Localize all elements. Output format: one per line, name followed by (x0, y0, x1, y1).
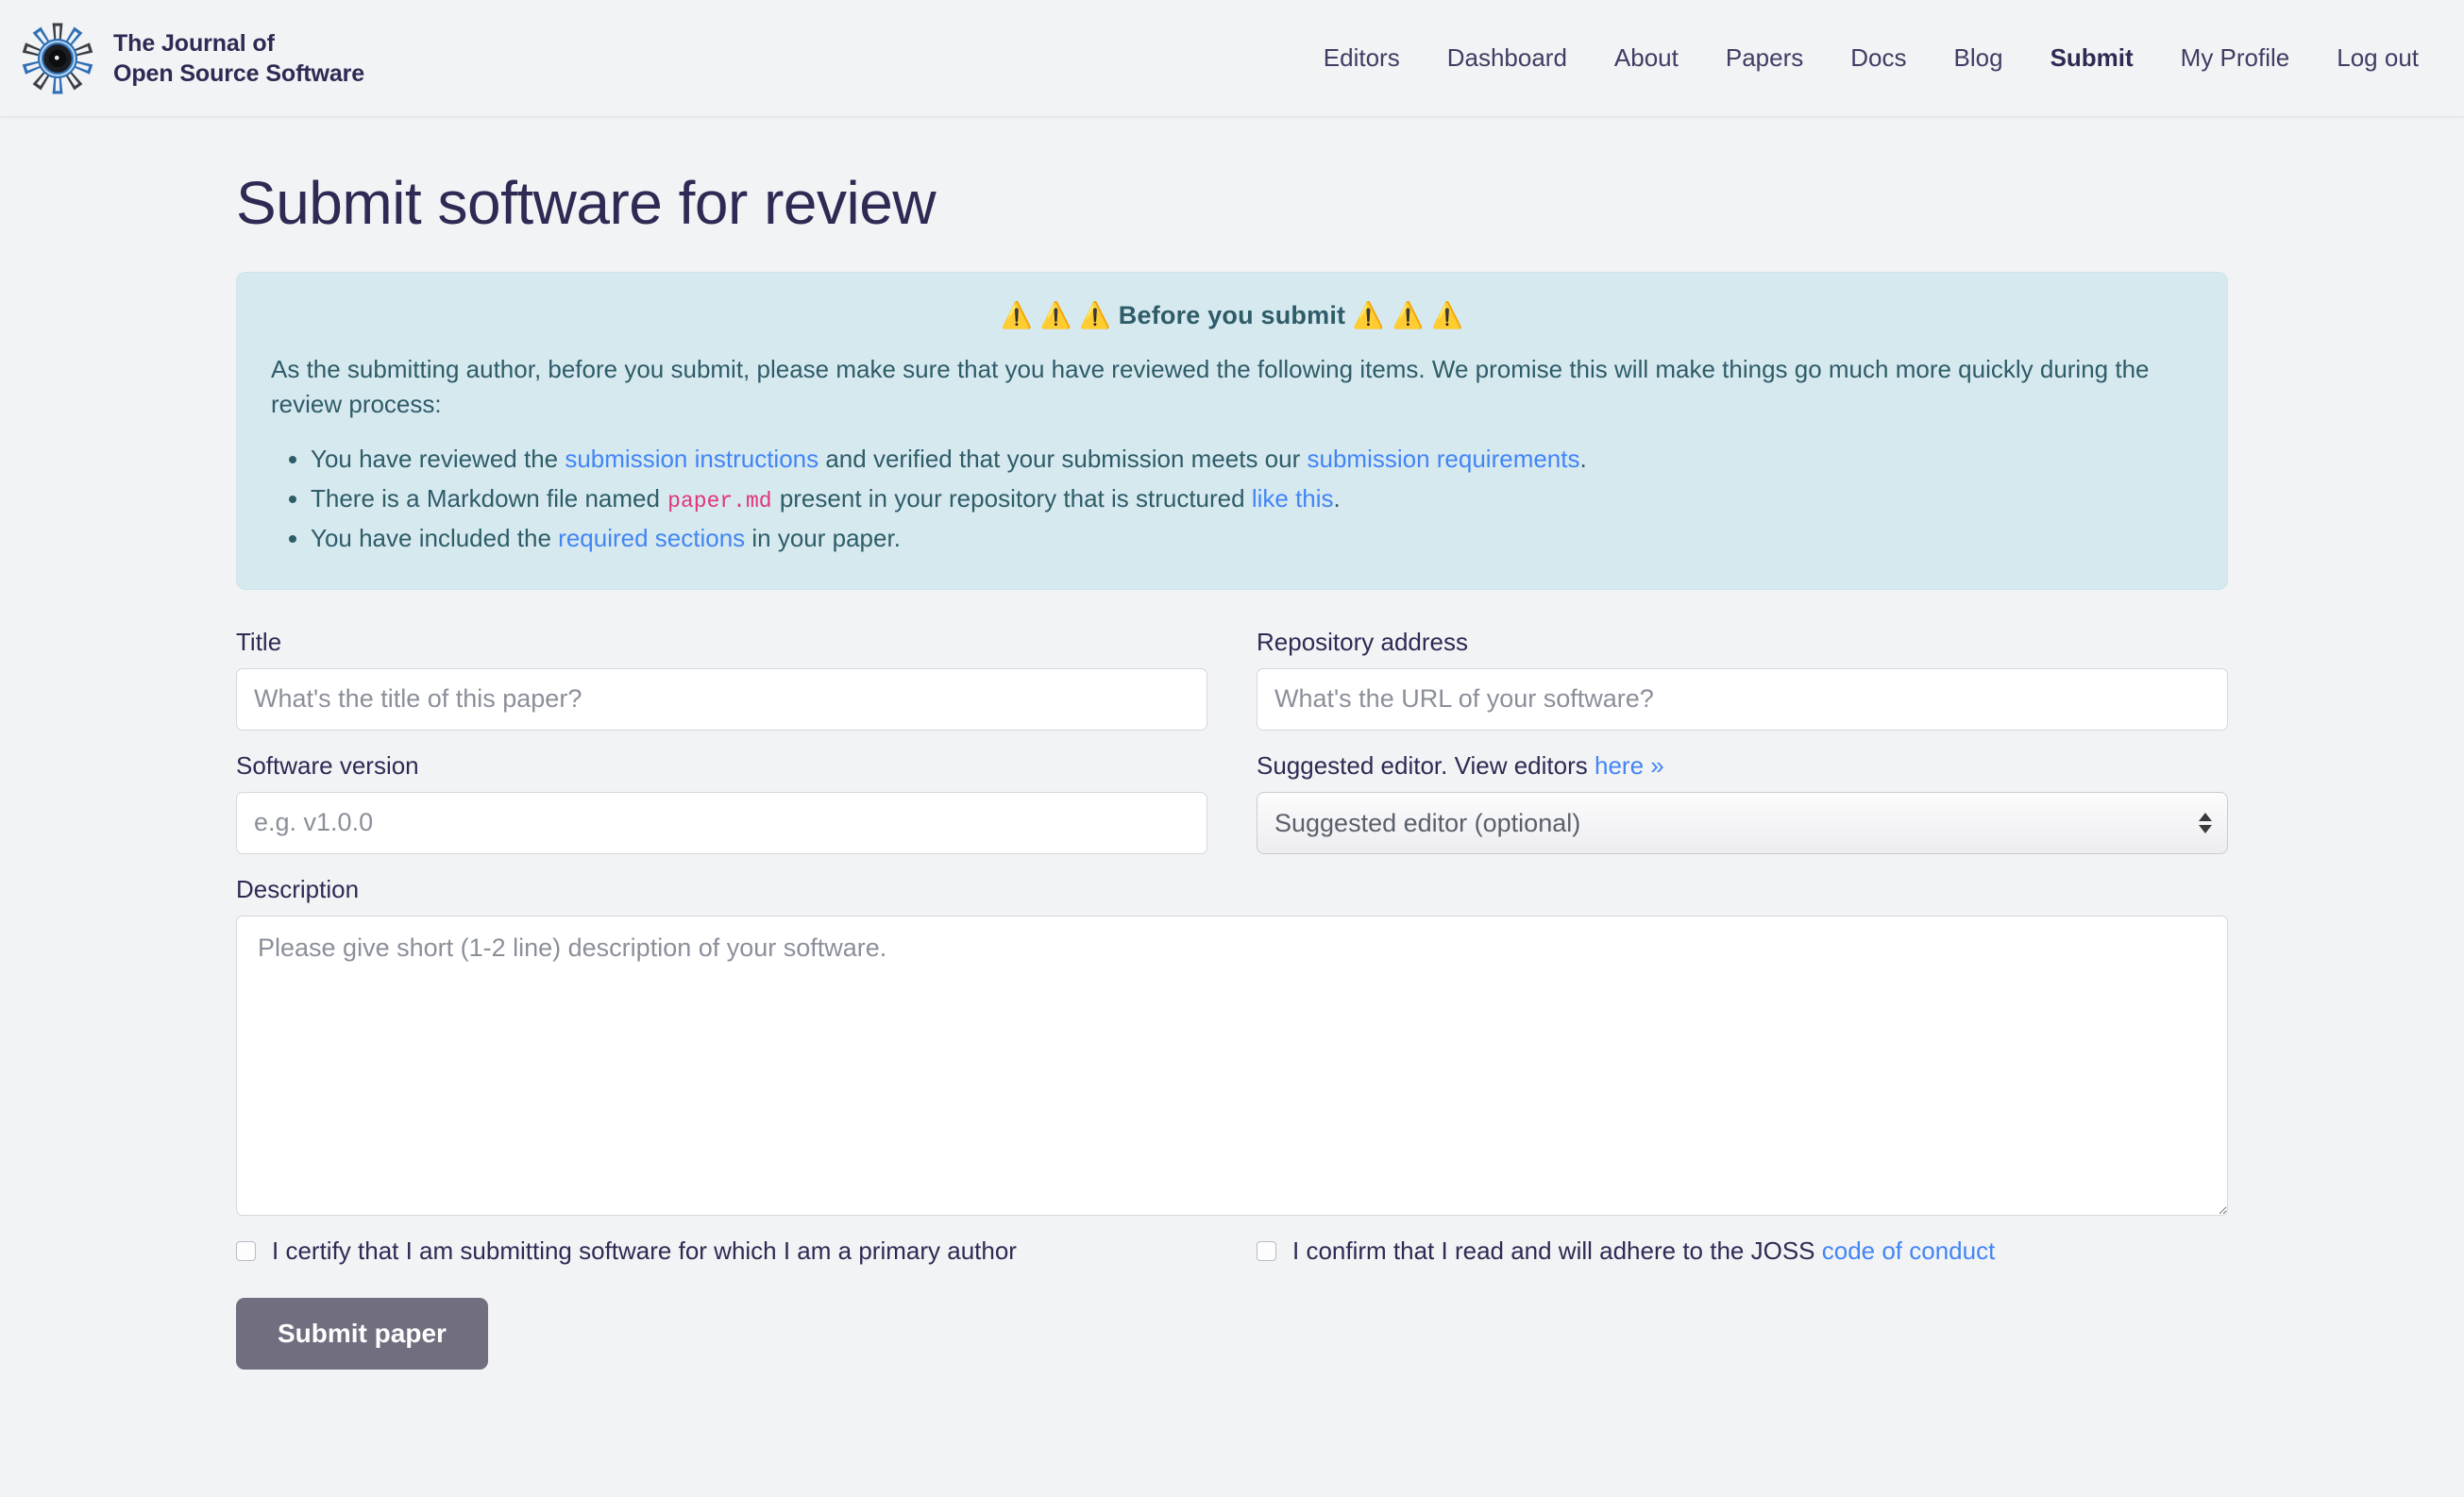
alert-checklist: You have reviewed the submission instruc… (271, 442, 2193, 557)
form-row-2: Software version Suggested editor. View … (236, 751, 2228, 875)
nav-item-dashboard[interactable]: Dashboard (1424, 34, 1591, 82)
warning-triangle-icon-right: ⚠️ ⚠️ ⚠️ (1352, 301, 1463, 330)
version-label: Software version (236, 750, 419, 780)
code-of-conduct-checkbox[interactable] (1257, 1240, 1276, 1261)
nav-item-editors[interactable]: Editors (1300, 34, 1424, 82)
list-item: You have included the required sections … (311, 521, 2193, 557)
brand-title-line2: Open Source Software (113, 59, 365, 87)
checklist-2-text-1: There is a Markdown file named (311, 483, 667, 513)
alert-body-text: As the submitting author, before you sub… (271, 354, 2150, 419)
brand-title-line1: The Journal of (113, 29, 275, 57)
editor-field-group: Suggested editor. View editors here » Su… (1257, 751, 2228, 854)
certify-checkbox-group: I certify that I am submitting software … (236, 1236, 1207, 1266)
checklist-2-text-2: present in your repository that is struc… (772, 483, 1252, 513)
nav-item-blog[interactable]: Blog (1931, 34, 2027, 82)
description-label: Description (236, 874, 360, 903)
list-item: There is a Markdown file named paper.md … (311, 481, 2193, 517)
editor-label: Suggested editor. View editors here » (1257, 751, 2228, 781)
before-you-submit-alert: ⚠️ ⚠️ ⚠️ Before you submit ⚠️ ⚠️ ⚠️ As t… (236, 272, 2228, 590)
required-sections-link[interactable]: required sections (558, 524, 745, 552)
repository-label: Repository address (1257, 627, 1468, 656)
title-field-group: Title (236, 628, 1207, 731)
like-this-link[interactable]: like this (1252, 484, 1334, 513)
nav-item-submit[interactable]: Submit (2027, 34, 2157, 82)
version-input[interactable] (236, 791, 1207, 854)
checklist-1-text-3: . (1579, 444, 1587, 473)
page-title: Submit software for review (236, 169, 937, 237)
nav-item-docs[interactable]: Docs (1827, 34, 1930, 82)
conduct-checkbox-label: I confirm that I read and will adhere to… (1292, 1236, 1995, 1266)
nav-item-log-out[interactable]: Log out (2313, 34, 2430, 82)
form-row-1: Title Repository address (236, 628, 2228, 751)
list-item: You have reviewed the submission instruc… (311, 442, 2193, 478)
checklist-1-text-2: and verified that your submission meets … (819, 444, 1308, 473)
warning-triangle-icon-left: ⚠️ ⚠️ ⚠️ (1001, 301, 1112, 330)
joss-gear-logo-icon (21, 22, 94, 95)
description-field-group: Description (236, 875, 2228, 1216)
form-col-title: Title (236, 628, 1207, 751)
conduct-checkbox-group: I confirm that I read and will adhere to… (1257, 1236, 2228, 1266)
brand-logo-link[interactable]: The Journal of Open Source Software (21, 22, 364, 95)
title-input[interactable] (236, 667, 1207, 731)
checklist-1-text-1: You have reviewed the (311, 444, 565, 473)
page-content: Submit software for review ⚠️ ⚠️ ⚠️ Befo… (0, 117, 2464, 1370)
submission-instructions-link[interactable]: submission instructions (565, 445, 819, 473)
nav-item-my-profile[interactable]: My Profile (2157, 34, 2314, 82)
title-label: Title (236, 627, 282, 656)
editor-select-wrap: Suggested editor (optional) (1257, 791, 2228, 854)
main-navigation: Editors Dashboard About Papers Docs Blog… (1300, 34, 2430, 82)
repository-field-group: Repository address (1257, 628, 2228, 731)
description-textarea[interactable] (236, 915, 2228, 1216)
editor-label-text: Suggested editor. View editors (1257, 750, 1595, 780)
repository-input[interactable] (1257, 667, 2228, 731)
conduct-label-text: I confirm that I read and will adhere to… (1292, 1236, 1822, 1265)
form-col-editor: Suggested editor. View editors here » Su… (1257, 751, 2228, 875)
agreements-row: I certify that I am submitting software … (236, 1236, 2228, 1266)
certify-primary-author-checkbox[interactable] (236, 1240, 256, 1261)
view-editors-here-link[interactable]: here » (1595, 751, 1664, 780)
version-field-group: Software version (236, 751, 1207, 854)
checklist-3-text-2: in your paper. (745, 523, 901, 552)
suggested-editor-select[interactable]: Suggested editor (optional) (1257, 791, 2228, 854)
site-header: The Journal of Open Source Software Edit… (0, 0, 2464, 117)
paper-md-code: paper.md (667, 488, 772, 513)
checklist-3-text-1: You have included the (311, 523, 559, 552)
submit-paper-button[interactable]: Submit paper (236, 1297, 488, 1370)
alert-heading: ⚠️ ⚠️ ⚠️ Before you submit ⚠️ ⚠️ ⚠️ (271, 297, 2193, 334)
brand-title: The Journal of Open Source Software (113, 28, 364, 89)
nav-item-about[interactable]: About (1591, 34, 1702, 82)
checklist-2-text-3: . (1333, 483, 1341, 513)
certify-checkbox-label: I certify that I am submitting software … (272, 1236, 1017, 1265)
alert-heading-text: Before you submit (1118, 301, 1346, 330)
submission-requirements-link[interactable]: submission requirements (1307, 445, 1579, 473)
nav-item-papers[interactable]: Papers (1702, 34, 1827, 82)
code-of-conduct-link[interactable]: code of conduct (1822, 1236, 1996, 1265)
form-col-repository: Repository address (1257, 628, 2228, 751)
form-col-version: Software version (236, 751, 1207, 875)
